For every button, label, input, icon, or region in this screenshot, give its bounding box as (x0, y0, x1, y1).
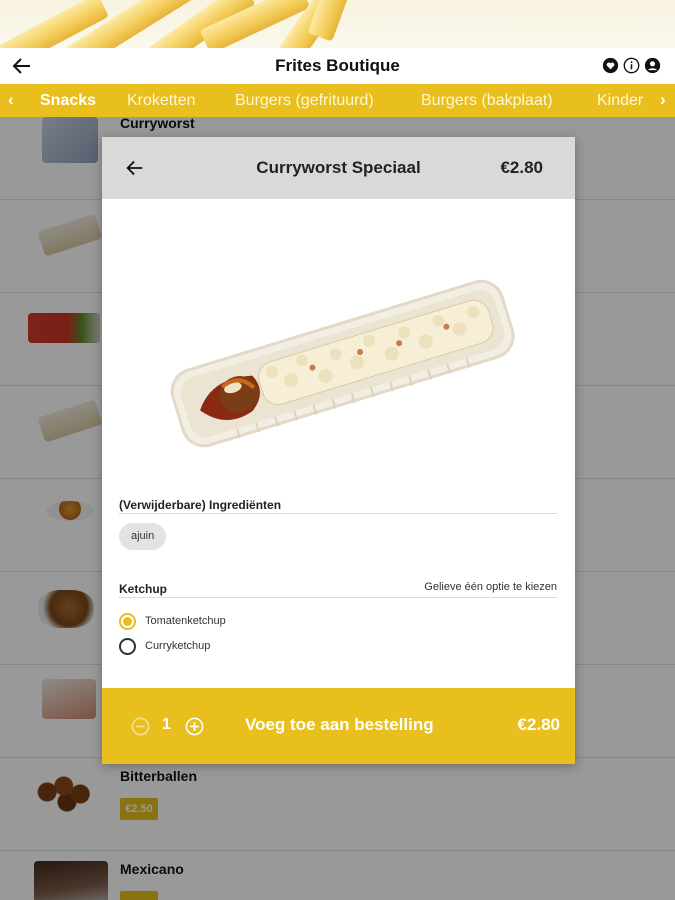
product-dialog: Curryworst Speciaal €2.80 (Verwijderbare… (102, 137, 575, 764)
add-to-order-bar: 1 Voeg toe aan bestelling €2.80 (102, 688, 575, 764)
heart-icon[interactable] (602, 57, 619, 74)
ingredients-heading: (Verwijderbare) Ingrediënten (119, 498, 282, 512)
header-banner (0, 0, 675, 48)
dialog-header: Curryworst Speciaal €2.80 (102, 137, 575, 199)
add-to-order-button[interactable]: Voeg toe aan bestelling (245, 715, 434, 735)
app-title: Frites Boutique (275, 56, 400, 75)
divider (119, 597, 557, 598)
info-icon[interactable] (623, 57, 640, 74)
divider (119, 513, 557, 514)
total-price: €2.80 (517, 715, 560, 734)
ketchup-hint: Gelieve één optie te kiezen (424, 581, 557, 593)
ingredient-chip[interactable]: ajuin (119, 523, 167, 550)
radio-button-selected[interactable] (119, 612, 136, 630)
option-label: Tomatenketchup (145, 615, 226, 627)
minus-icon[interactable] (131, 717, 150, 736)
dialog-price: €2.80 (500, 158, 543, 177)
quantity-value: 1 (162, 716, 171, 733)
option-tomatenketchup[interactable]: Tomatenketchup (119, 611, 226, 631)
option-label: Curryketchup (145, 640, 211, 652)
app-bar: Frites Boutique (0, 48, 675, 84)
product-image (170, 279, 515, 448)
radio-button[interactable] (119, 637, 136, 655)
account-icon[interactable] (644, 57, 661, 74)
option-curryketchup[interactable]: Curryketchup (119, 636, 210, 656)
ketchup-heading: Ketchup (119, 582, 167, 596)
plus-icon[interactable] (185, 717, 204, 736)
